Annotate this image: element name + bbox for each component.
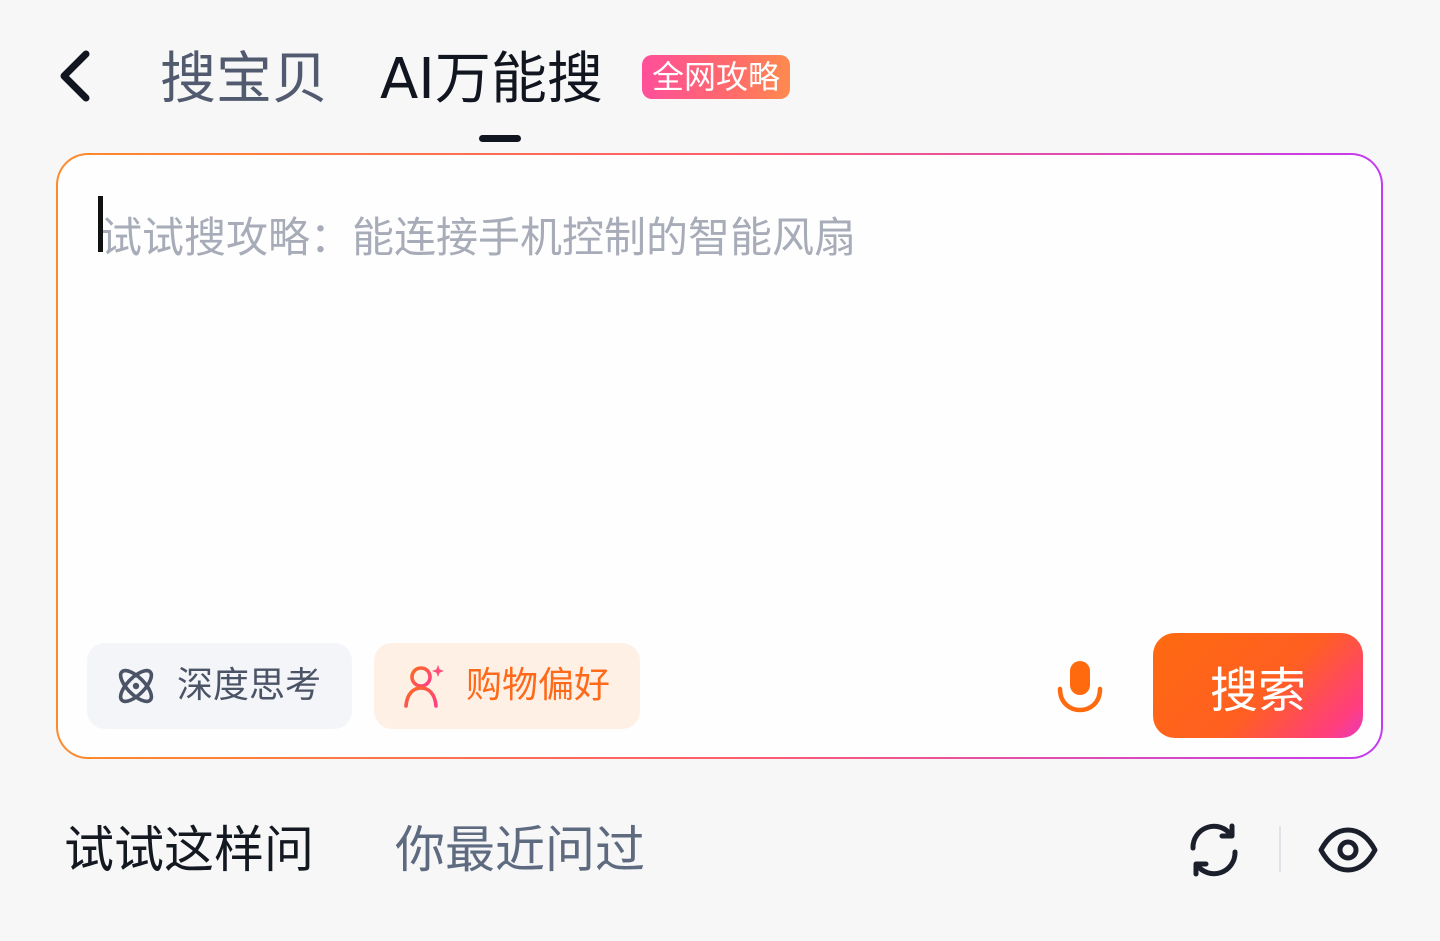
eye-icon bbox=[1318, 827, 1378, 873]
user-sparkle-icon bbox=[404, 665, 444, 708]
tab-search-products[interactable]: 搜宝贝 bbox=[160, 40, 328, 120]
tab-ai-search[interactable]: AI万能搜 bbox=[380, 40, 603, 120]
shopping-preference-button[interactable]: 购物偏好 bbox=[374, 643, 640, 729]
ai-search-page: 搜宝贝 AI万能搜 全网攻略 深度思考 购物偏好 bbox=[0, 0, 1440, 941]
chevron-left-icon bbox=[60, 50, 90, 102]
shopping-preference-label: 购物偏好 bbox=[466, 665, 611, 706]
tab-try-asking[interactable]: 试试这样问 bbox=[64, 815, 314, 885]
deep-thinking-toggle[interactable]: 深度思考 bbox=[87, 643, 352, 729]
search-query-input[interactable] bbox=[100, 205, 1340, 269]
text-caret bbox=[98, 196, 103, 252]
search-button[interactable]: 搜索 bbox=[1153, 633, 1363, 738]
divider bbox=[1279, 826, 1281, 872]
voice-input-button[interactable] bbox=[1048, 652, 1112, 724]
visibility-toggle-button[interactable] bbox=[1313, 818, 1383, 882]
active-tab-indicator bbox=[479, 135, 521, 142]
microphone-icon bbox=[1057, 661, 1103, 713]
tab-badge: 全网攻略 bbox=[642, 55, 791, 99]
tab-recent-questions[interactable]: 你最近问过 bbox=[395, 815, 645, 885]
atom-icon bbox=[118, 668, 154, 704]
refresh-icon bbox=[1190, 823, 1238, 877]
refresh-button[interactable] bbox=[1179, 818, 1249, 882]
deep-thinking-label: 深度思考 bbox=[177, 665, 322, 706]
back-button[interactable] bbox=[44, 40, 108, 112]
